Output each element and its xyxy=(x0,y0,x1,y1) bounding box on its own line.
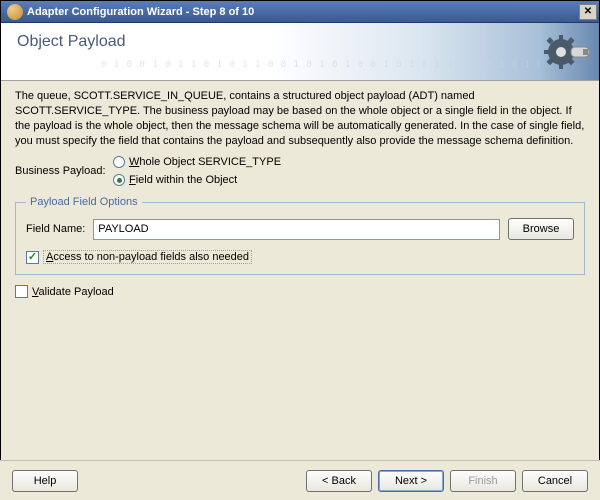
checkbox-icon xyxy=(26,251,39,264)
radio-icon xyxy=(113,174,125,186)
page-title: Object Payload xyxy=(17,33,583,51)
titlebar: Adapter Configuration Wizard - Step 8 of… xyxy=(1,1,599,23)
content-area: The queue, SCOTT.SERVICE_IN_QUEUE, conta… xyxy=(1,81,599,298)
checkbox-label: Validate Payload xyxy=(32,286,114,298)
radio-whole-object[interactable]: Whole Object SERVICE_TYPE xyxy=(113,156,281,168)
back-button[interactable]: < Back xyxy=(306,470,372,492)
radio-label: Field within the Object xyxy=(129,174,237,186)
window-title: Adapter Configuration Wizard - Step 8 of… xyxy=(27,6,579,18)
help-button[interactable]: Help xyxy=(12,470,78,492)
radio-icon xyxy=(113,156,125,168)
gear-icon xyxy=(543,33,589,71)
finish-button: Finish xyxy=(450,470,516,492)
checkbox-icon xyxy=(15,285,28,298)
field-name-row: Field Name: Browse xyxy=(26,218,574,240)
payload-field-options-group: Payload Field Options Field Name: Browse… xyxy=(15,196,585,275)
radio-label: Whole Object SERVICE_TYPE xyxy=(129,156,281,168)
next-button[interactable]: Next > xyxy=(378,470,444,492)
field-name-input[interactable] xyxy=(93,219,500,240)
business-payload-label: Business Payload: xyxy=(15,165,113,177)
access-checkbox-row[interactable]: Access to non-payload fields also needed xyxy=(26,250,574,264)
close-button[interactable]: ✕ xyxy=(579,4,597,20)
radio-field-within[interactable]: Field within the Object xyxy=(113,174,281,186)
validate-checkbox-row[interactable]: Validate Payload xyxy=(15,285,585,298)
browse-button[interactable]: Browse xyxy=(508,218,574,240)
payload-radio-group: Whole Object SERVICE_TYPE Field within t… xyxy=(113,156,281,186)
description-text: The queue, SCOTT.SERVICE_IN_QUEUE, conta… xyxy=(15,89,585,148)
checkbox-label: Access to non-payload fields also needed xyxy=(43,250,252,264)
banner: Object Payload 0 1 0 0 1 0 1 1 0 1 0 1 1… xyxy=(1,23,599,81)
banner-decoration: 0 1 0 0 1 0 1 1 0 1 0 1 1 0 0 1 0 1 0 1 … xyxy=(101,60,539,78)
app-icon xyxy=(7,4,23,20)
cancel-button[interactable]: Cancel xyxy=(522,470,588,492)
business-payload-row: Business Payload: Whole Object SERVICE_T… xyxy=(15,156,585,186)
group-legend: Payload Field Options xyxy=(26,196,142,208)
footer: Help < Back Next > Finish Cancel xyxy=(0,460,600,500)
field-name-label: Field Name: xyxy=(26,223,85,235)
